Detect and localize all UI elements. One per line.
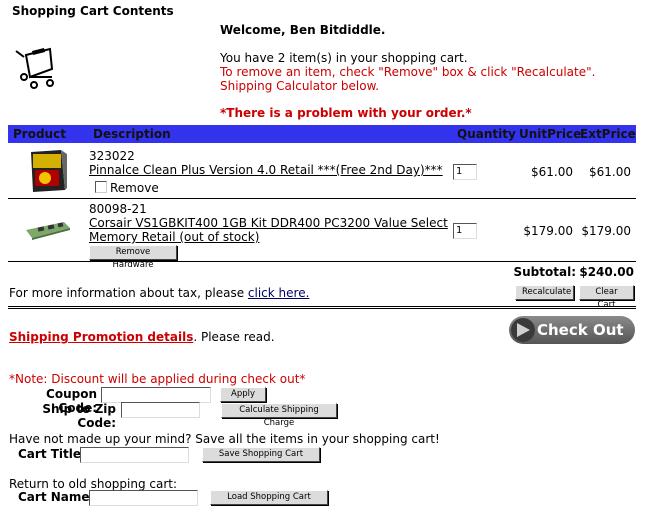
recalculate-button[interactable]: Recalculate [515,285,574,300]
apply-coupon-button[interactable]: Apply [220,387,266,402]
product-link[interactable]: Pinnalce Clean Plus Version 4.0 Retail *… [89,163,443,177]
ext-price: $179.00 [581,224,631,238]
header-quantity: Quantity [457,127,516,141]
unit-price: $179.00 [523,224,573,238]
load-cart-button[interactable]: Load Shopping Cart [210,490,328,505]
cart-name-label: Cart Name: [18,490,95,504]
check-out-button[interactable]: Check Out [509,316,635,344]
zip-code-label: Ship to Zip Code: [42,402,116,430]
subtotal-label: Subtotal: [513,265,576,279]
page-title: Shopping Cart Contents [12,4,174,18]
product-link[interactable]: Corsair VS1GBKIT400 1GB Kit DDR400 PC320… [89,216,448,230]
item-sku: 323022 [89,149,135,163]
quantity-input[interactable]: 1 [453,164,477,180]
shipping-promotion-link[interactable]: Shipping Promotion details [9,330,193,344]
unit-price: $61.00 [531,165,573,179]
ext-price: $61.00 [589,165,631,179]
remove-label: Remove [110,181,159,195]
cart-name-input[interactable] [89,490,198,506]
calculate-shipping-button[interactable]: Calculate Shipping Charge [221,403,337,428]
tax-info-text: For more information about tax, please [9,286,248,300]
remove-checkbox[interactable] [95,181,107,193]
quantity-input[interactable]: 1 [453,223,477,239]
cart-title-input[interactable] [80,447,189,463]
clear-cart-button[interactable]: Clear Cart [579,285,634,310]
subtotal-value: $240.00 [579,265,634,279]
zip-code-input[interactable] [121,402,200,418]
header-unit-price: UnitPrice [519,127,582,141]
cart-table-header: Product Description Quantity UnitPrice E… [8,125,636,143]
shipping-promotion: Shipping Promotion details. Please read. [9,330,275,344]
remove-hardware-button[interactable]: Remove Hardware [89,245,177,270]
item-sku: 80098-21 [89,202,147,216]
product-image-memory[interactable] [24,218,72,242]
cart-title-label: Cart Title: [18,447,86,461]
arrow-right-icon [511,318,535,342]
discount-note: *Note: Discount will be applied during c… [9,372,306,386]
product-image-clean-plus[interactable] [27,148,69,194]
header-description: Description [93,127,171,141]
tax-info-link[interactable]: click here. [248,286,309,300]
cart-count-text: You have 2 item(s) in your shopping cart… [220,51,468,65]
check-out-label: Check Out [537,321,624,339]
row-divider [8,198,636,199]
row-divider [8,261,636,262]
shopping-cart-icon [12,47,56,91]
header-ext-price: ExtPrice [580,127,636,141]
order-problem-alert: *There is a problem with your order.* [220,106,472,120]
remove-instructions: To remove an item, check "Remove" box & … [220,65,596,79]
shipping-promotion-suffix: . Please read. [193,330,275,344]
header-product: Product [13,127,66,141]
coupon-code-input[interactable] [101,387,211,403]
return-cart-prompt: Return to old shopping cart: [9,477,178,491]
product-link-line2[interactable]: Memory Retail (out of stock) [89,230,259,244]
save-cart-prompt: Have not made up your mind? Save all the… [9,432,440,446]
section-divider [8,306,636,309]
save-cart-button[interactable]: Save Shopping Cart [202,447,320,462]
welcome-message: Welcome, Ben Bitdiddle. [220,23,386,37]
calculator-hint: Shipping Calculator below. [220,79,380,93]
tax-info: For more information about tax, please c… [9,286,309,300]
